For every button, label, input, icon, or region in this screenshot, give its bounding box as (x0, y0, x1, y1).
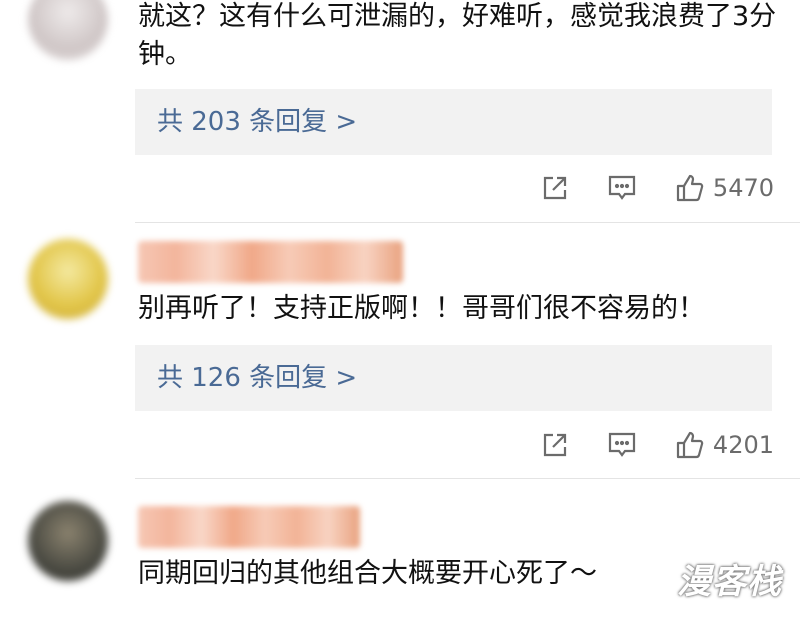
view-replies-link[interactable]: 共 203 条回复 > (157, 89, 357, 155)
like-button[interactable]: 5470 (675, 173, 774, 203)
avatar[interactable] (28, 0, 108, 60)
thumbs-up-icon (676, 174, 704, 202)
comment-text: 就这？这有什么可泄漏的，好难听，感觉我浪费了3分钟。 (138, 1, 777, 70)
reply-box[interactable]: 共 126 条回复 > (135, 345, 772, 411)
reply-box[interactable]: 共 203 条回复 > (135, 89, 772, 155)
comment-actions: 5470 (503, 168, 774, 208)
like-button[interactable]: 4201 (675, 430, 774, 460)
avatar[interactable] (28, 501, 108, 581)
avatar[interactable] (28, 239, 108, 319)
share-button[interactable] (541, 431, 569, 459)
comment-actions: 4201 (503, 425, 774, 465)
comment-item-2: 别再听了！支持正版啊！！哥哥们很不容易的！ 共 126 条回复 > 4201 (0, 223, 800, 478)
share-icon (543, 176, 567, 200)
share-icon (543, 433, 567, 457)
comment-text: 别再听了！支持正版啊！！哥哥们很不容易的！ (138, 293, 705, 324)
comment-button[interactable] (607, 431, 637, 459)
comment-icon (608, 175, 636, 200)
username[interactable] (138, 506, 360, 548)
comment-button[interactable] (607, 174, 637, 202)
thumbs-up-icon (676, 431, 704, 459)
view-replies-link[interactable]: 共 126 条回复 > (157, 345, 357, 411)
comment-icon (608, 432, 636, 457)
like-count: 5470 (712, 174, 774, 202)
share-button[interactable] (541, 174, 569, 202)
comment-item-1: 就这？这有什么可泄漏的，好难听，感觉我浪费了3分钟。 共 203 条回复 > 5… (0, 0, 800, 222)
like-count: 4201 (712, 431, 774, 459)
watermark-logo: 漫客栈 (677, 562, 782, 602)
username[interactable] (138, 241, 403, 283)
